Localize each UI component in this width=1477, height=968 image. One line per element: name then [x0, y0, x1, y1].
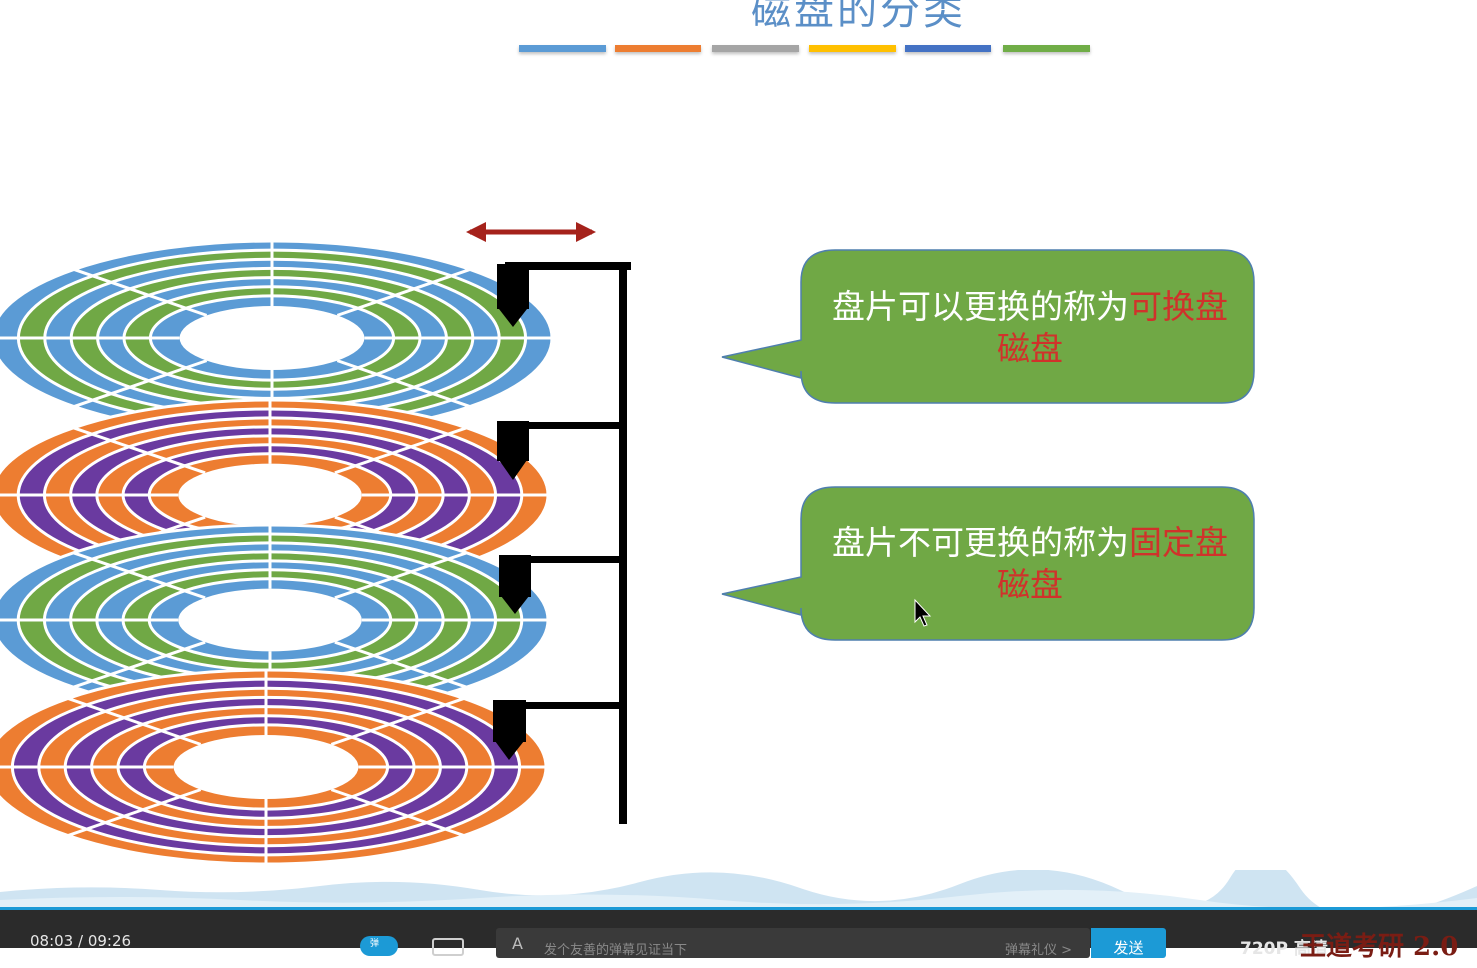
font-style-icon[interactable]: A	[512, 934, 523, 953]
callout-fixed: 盘片不可更换的称为固定盘磁盘	[830, 522, 1230, 606]
danmu-etiquette-link[interactable]: 弹幕礼仪 >	[1005, 939, 1072, 958]
danmu-input[interactable]: A 发个友善的弹幕见证当下 弹幕礼仪 >	[496, 928, 1090, 958]
send-button[interactable]: 发送	[1091, 928, 1166, 958]
player-controls: 08:03 / 09:26 弹 A 发个友善的弹幕见证当下 弹幕礼仪 > 发送 …	[0, 910, 1477, 962]
channel-watermark: 王道考研 2.0	[1300, 932, 1459, 962]
callout-removable-text: 盘片可以更换的称为	[832, 287, 1129, 326]
callout-fixed-text: 盘片不可更换的称为	[832, 523, 1129, 562]
slide: 磁盘的分类 盘片可以更换的称为可换盘磁盘 盘片不可更换的称为固定盘磁盘	[0, 0, 1477, 910]
playback-time: 08:03 / 09:26	[30, 932, 132, 950]
danmu-placeholder: 发个友善的弹幕见证当下	[544, 943, 688, 958]
callout-removable: 盘片可以更换的称为可换盘磁盘	[830, 286, 1230, 370]
callout-removable-shape	[721, 249, 1255, 641]
danmu-toggle[interactable]: 弹	[360, 936, 398, 956]
danmu-settings-icon[interactable]	[432, 938, 464, 956]
footer-skyline	[0, 870, 1477, 910]
danmu-toggle-label: 弹	[370, 939, 380, 949]
